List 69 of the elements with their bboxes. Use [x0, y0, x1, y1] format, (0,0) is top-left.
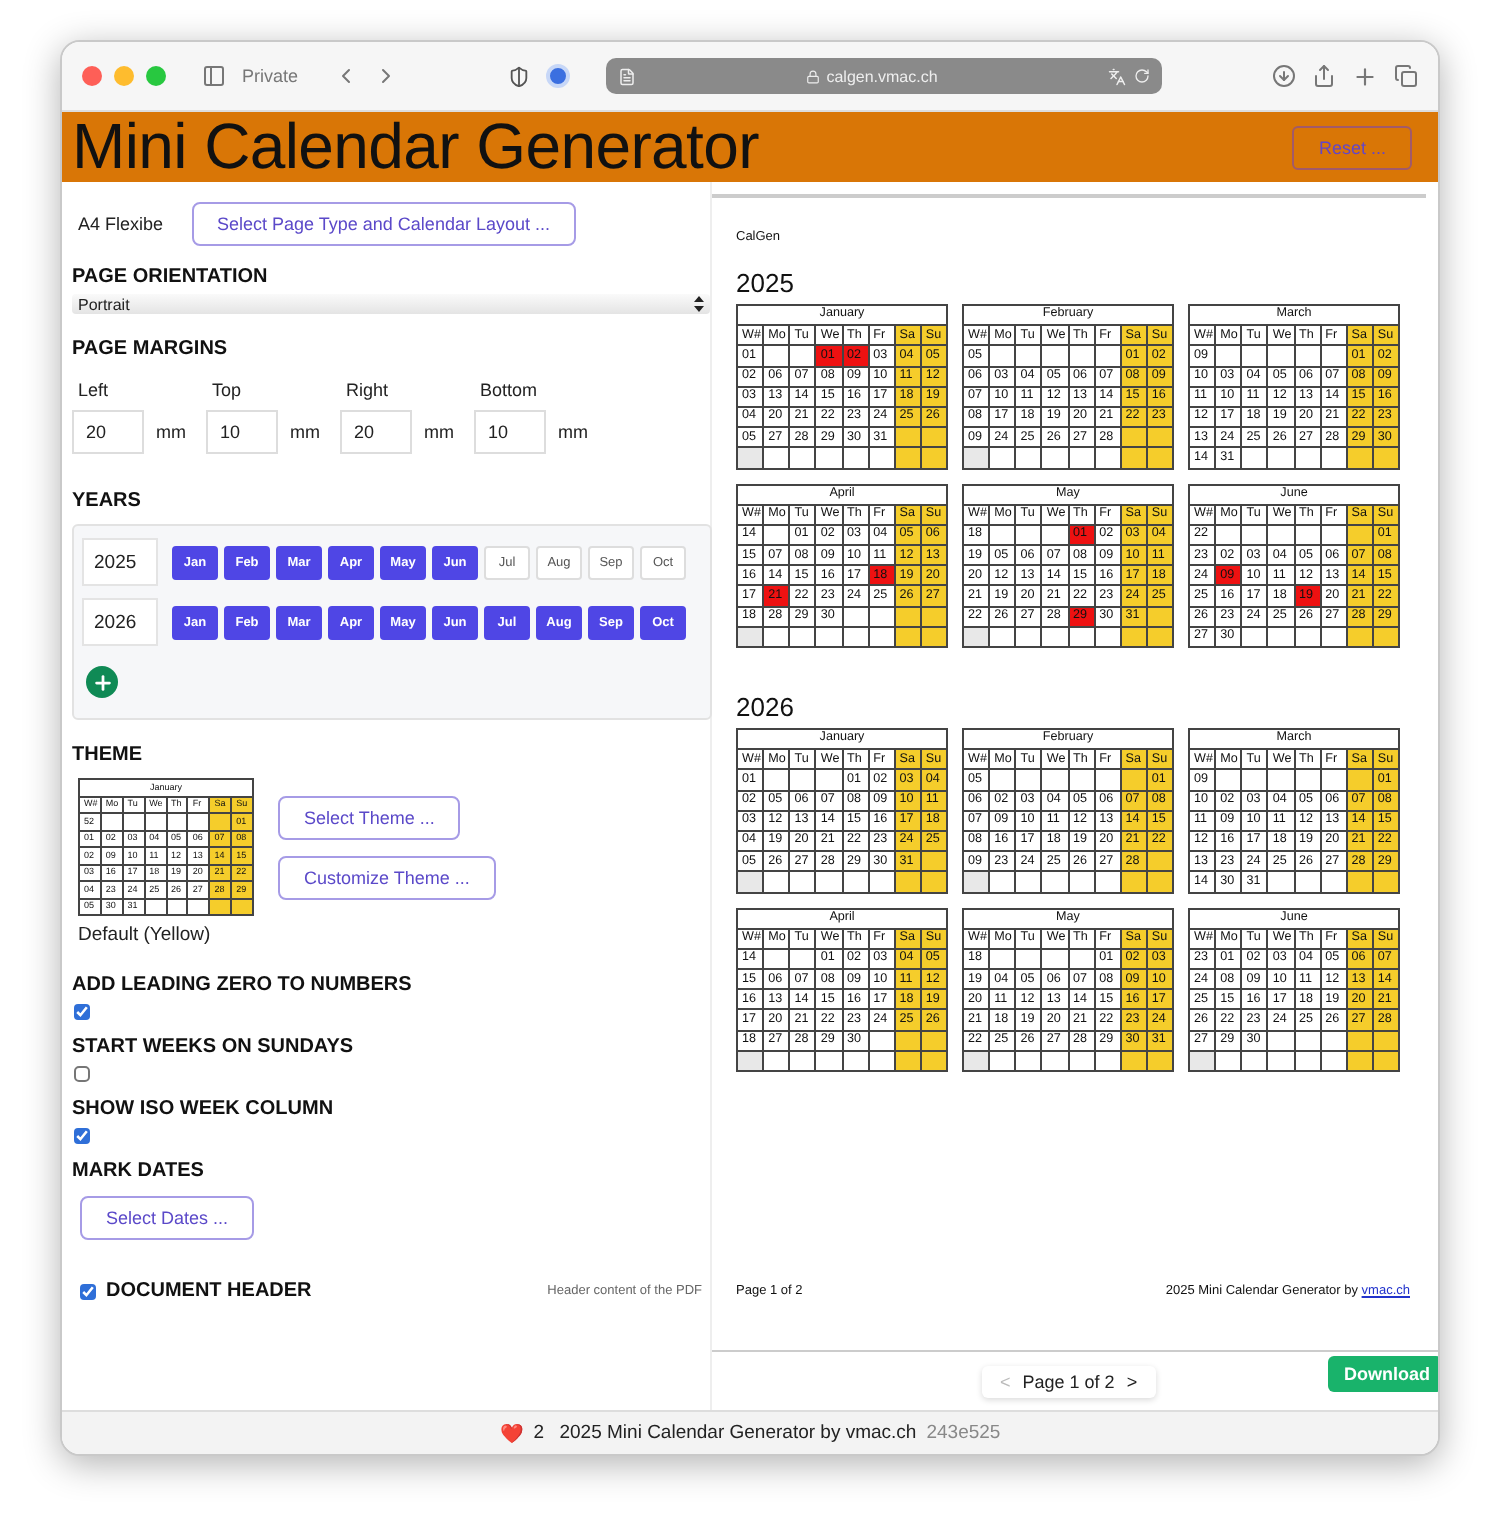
week-number-cell [963, 1050, 990, 1071]
margin-input[interactable]: 10 [206, 410, 278, 454]
add-year-button[interactable] [86, 666, 118, 698]
unit-label: mm [156, 422, 186, 442]
shield-icon[interactable] [508, 65, 531, 87]
close-icon[interactable] [82, 66, 102, 86]
page-type-button[interactable]: Select Page Type and Calendar Layout ... [191, 202, 576, 246]
option-checkbox[interactable] [74, 1128, 90, 1144]
year-input[interactable]: 2026 [82, 598, 158, 646]
option-checkbox[interactable] [74, 1066, 90, 1082]
page-icon [618, 67, 637, 85]
unit-label: mm [424, 422, 454, 442]
section-heading: THEME [72, 744, 144, 766]
section-heading: MARK DATES [72, 1160, 206, 1182]
section-heading: START WEEKS ON SUNDAYS [72, 1036, 356, 1058]
week-number-cell [1189, 1050, 1216, 1071]
reload-icon[interactable] [1134, 68, 1151, 84]
section-heading: SHOW ISO WEEK COLUMN [72, 1098, 336, 1120]
section-heading: ADD LEADING ZERO TO NUMBERS [72, 974, 414, 996]
unit-label: mm [290, 422, 320, 442]
year-input[interactable]: 2025 [82, 538, 158, 586]
margin-label: Bottom [478, 380, 540, 400]
plus-icon [91, 671, 113, 693]
share-icon[interactable] [1312, 64, 1337, 88]
select-caret-icon [694, 296, 704, 312]
margin-label: Right [344, 380, 391, 400]
week-number-cell [963, 447, 990, 468]
private-label: Private [242, 66, 299, 86]
section-heading: PAGE ORIENTATION [72, 266, 270, 288]
tabs-icon[interactable] [1394, 64, 1419, 88]
week-number-cell [737, 1050, 764, 1071]
year-title: 2026 [736, 692, 796, 722]
week-number-cell [737, 447, 764, 468]
app-title: Mini Calendar Generator [72, 110, 759, 184]
download-icon[interactable] [1272, 64, 1297, 88]
margin-label: Left [76, 380, 111, 400]
select-dates-button[interactable]: Select Dates ... [80, 1196, 255, 1240]
theme-name: Default (Yellow) [76, 924, 213, 946]
version-hash: 243e525 [926, 1422, 1001, 1444]
page-type-label: A4 Flexibe [78, 214, 164, 234]
heart-icon: ❤ [499, 1421, 524, 1445]
page-indicator: Page 1 of 2 [1022, 1371, 1115, 1391]
margin-label: Top [210, 380, 244, 400]
section-heading: DOCUMENT HEADER [106, 1280, 312, 1302]
url-text: calgen.vmac.ch [826, 67, 938, 85]
margin-input[interactable]: 10 [474, 410, 546, 454]
header-checkbox[interactable] [80, 1283, 96, 1299]
week-number-cell [963, 626, 990, 647]
margin-input[interactable]: 20 [72, 410, 144, 454]
next-page-button[interactable]: > [1126, 1371, 1138, 1391]
translate-icon[interactable] [1108, 67, 1127, 85]
like-count: 2 [533, 1422, 545, 1444]
lock-icon [806, 69, 821, 83]
margin-input[interactable]: 20 [340, 410, 412, 454]
week-number-cell [963, 871, 990, 892]
sidebar-icon[interactable] [202, 64, 226, 88]
theme-button[interactable]: Select Theme ... [278, 795, 461, 839]
password-icon[interactable] [546, 64, 571, 88]
week-number-cell [737, 871, 764, 892]
orientation-select[interactable]: Portrait [72, 294, 710, 314]
theme-button[interactable]: Customize Theme ... [278, 855, 496, 899]
option-checkbox[interactable] [74, 1004, 90, 1020]
year-title: 2025 [736, 268, 796, 298]
week-number-cell [737, 626, 764, 647]
new-tab-icon[interactable] [1352, 63, 1379, 89]
section-heading: PAGE MARGINS [72, 338, 230, 360]
section-heading: YEARS [72, 490, 143, 512]
status-text: 2025 Mini Calendar Generator by vmac.ch [557, 1422, 917, 1444]
unit-label: mm [558, 422, 588, 442]
